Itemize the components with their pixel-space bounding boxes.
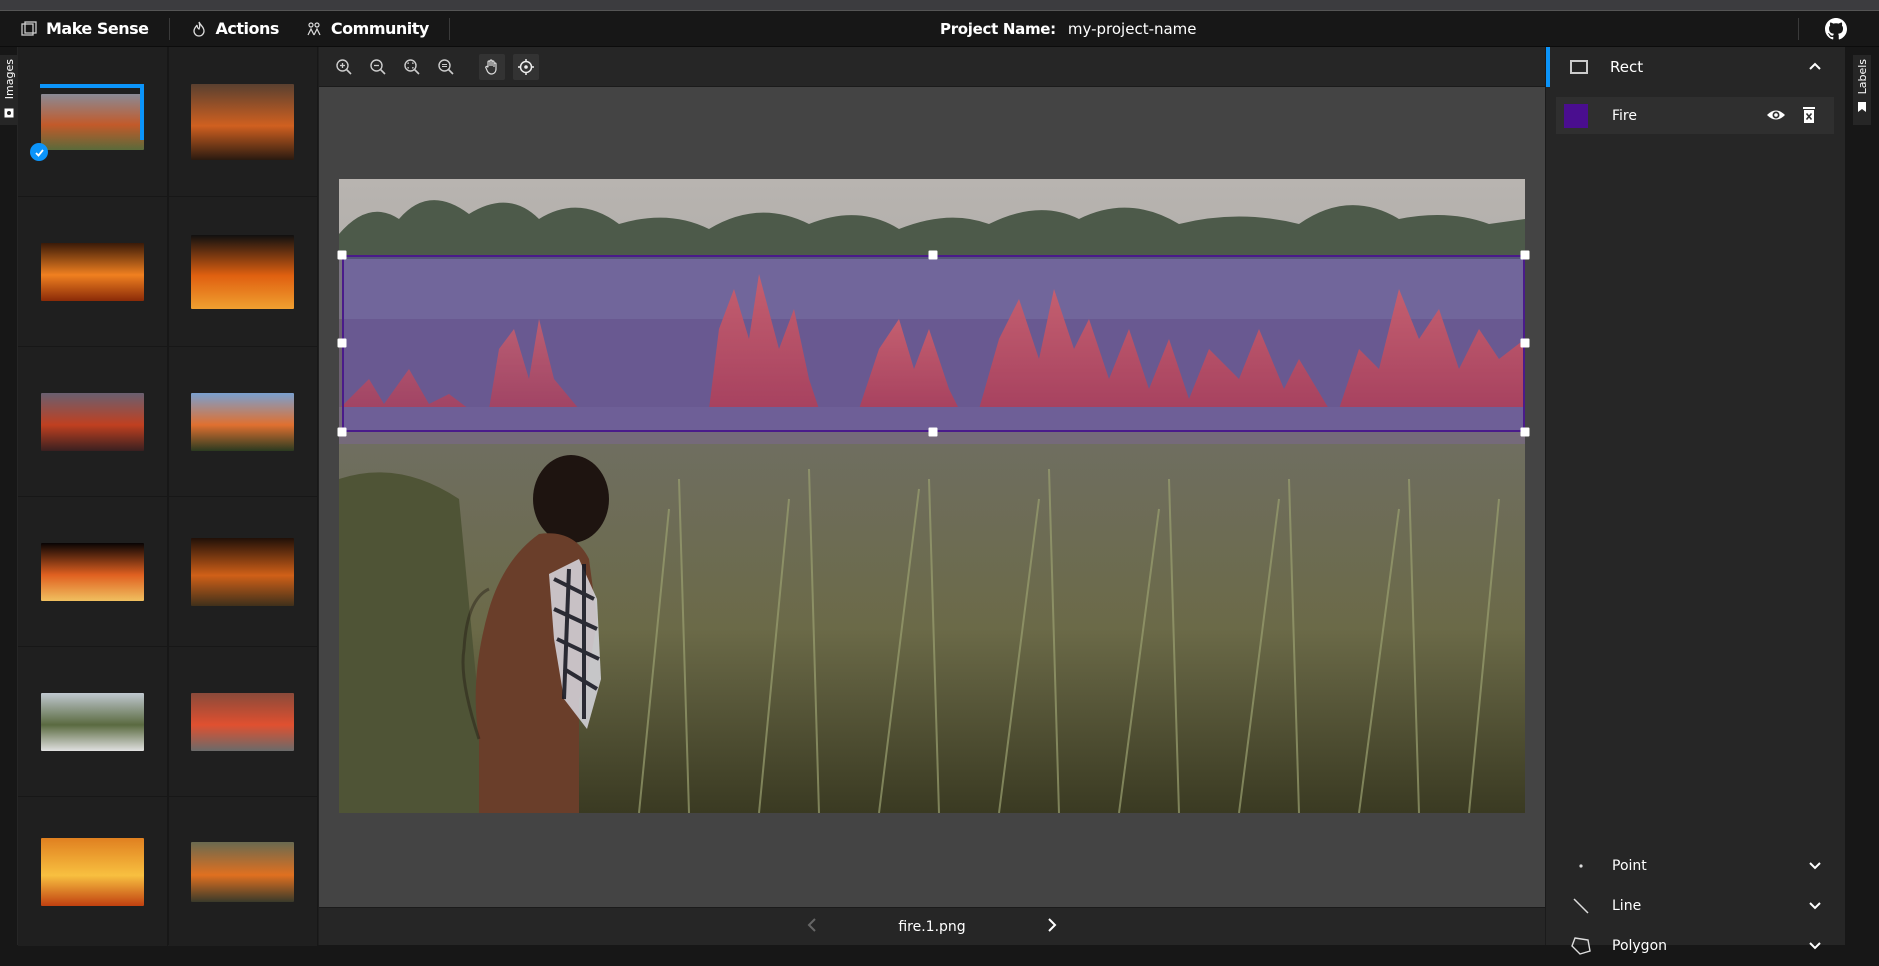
hand-pan-icon[interactable] [479,53,505,80]
image-thumbnail-cell[interactable] [168,197,318,347]
bounding-box-fire[interactable] [342,255,1525,432]
labels-tab[interactable]: Labels [1853,55,1871,125]
image-thumbnail-cell[interactable] [18,797,168,947]
rectangle-icon [1570,60,1588,74]
bbox-handle-middle-left[interactable] [337,338,347,348]
image-thumbnail[interactable] [41,242,144,301]
community-icon [305,20,323,38]
label-color-swatch[interactable] [1564,103,1588,128]
image-navigation-bar: fire.1.png [319,907,1545,945]
editor-toolbar [319,47,1545,87]
label-tag-icon [1857,98,1867,117]
image-thumbnail-cell[interactable] [168,347,318,497]
point-tool-label: Point [1612,858,1647,874]
bbox-handle-top-right[interactable] [1520,250,1530,260]
line-tool-label: Line [1612,898,1642,914]
bbox-handle-bottom-right[interactable] [1520,427,1530,437]
project-name-input[interactable]: my-project-name [1068,20,1197,38]
image-thumbnail[interactable] [41,837,144,906]
left-side-strip: Images [0,47,18,945]
image-thumbnail-cell[interactable] [168,47,318,197]
selected-frame [40,84,144,140]
image-thumbnail[interactable] [41,542,144,601]
crosshair-icon[interactable] [513,53,539,80]
image-thumbnail-cell[interactable] [168,497,318,647]
line-tool-row[interactable]: Line [1546,886,1846,926]
project-name-label: Project Name: [940,20,1056,38]
image-thumbnail-cell[interactable] [168,647,318,797]
zoom-max-icon[interactable] [433,54,459,80]
current-image-name: fire.1.png [898,918,966,935]
github-icon[interactable] [1825,18,1847,40]
community-menu[interactable]: Community [299,11,449,47]
checkmark-icon [30,143,48,161]
brand-label: Make Sense [46,19,149,38]
trash-icon[interactable] [1802,106,1816,128]
image-thumbnail[interactable] [191,392,294,451]
point-tool-row[interactable]: Point [1546,846,1846,886]
images-tab-label: Images [2,59,16,100]
point-icon [1570,863,1592,869]
image-thumbnail[interactable] [191,537,294,606]
image-thumbnail-cell[interactable] [18,47,168,197]
polygon-tool-row[interactable]: Polygon [1546,926,1846,966]
label-name: Fire [1612,107,1637,124]
image-thumbnail[interactable] [191,841,294,902]
chevron-down-icon[interactable] [1808,899,1822,917]
polygon-icon [1570,936,1592,956]
image-list [18,47,319,947]
image-thumbnail[interactable] [41,392,144,451]
rect-tool-header[interactable]: Rect [1546,47,1846,87]
actions-menu[interactable]: Actions [170,11,299,47]
image-thumbnail[interactable] [191,692,294,751]
thumbnail-grid-divider [168,47,169,945]
right-side-strip: Labels [1845,47,1879,945]
image-thumbnail-cell[interactable] [18,197,168,347]
images-tab[interactable]: Images [0,55,18,125]
image-icon [4,103,14,122]
next-image-icon[interactable] [1046,917,1058,937]
zoom-fit-icon[interactable] [399,54,425,80]
bbox-handle-top-center[interactable] [928,250,938,260]
rect-tool-label: Rect [1610,58,1644,76]
bbox-handle-bottom-left[interactable] [337,427,347,437]
zoom-out-icon[interactable] [365,54,391,80]
nav-divider [448,17,450,40]
polygon-tool-label: Polygon [1612,938,1668,954]
eye-icon[interactable] [1766,106,1786,128]
chevron-down-icon[interactable] [1808,939,1822,957]
make-sense-logo-icon [20,20,38,38]
chevron-up-icon[interactable] [1808,59,1822,77]
project-name-group: Project Name: my-project-name [940,11,1197,47]
top-navigation-bar: Make Sense Actions Community Project Nam… [0,11,1879,47]
image-thumbnail[interactable] [191,234,294,309]
fire-icon [190,20,208,38]
labels-tab-label: Labels [1855,59,1869,95]
bbox-handle-bottom-center[interactable] [928,427,938,437]
image-thumbnail[interactable] [41,692,144,751]
zoom-in-icon[interactable] [331,54,357,80]
labels-panel: Rect Fire Point Line Polygon [1545,47,1846,955]
actions-label: Actions [215,19,280,38]
image-thumbnail-cell[interactable] [18,647,168,797]
brand[interactable]: Make Sense [0,11,169,47]
image-thumbnail[interactable] [191,83,294,160]
label-item-fire[interactable]: Fire [1556,97,1834,134]
editor-canvas[interactable] [319,87,1545,907]
nav-divider [1798,18,1799,40]
chevron-down-icon[interactable] [1808,859,1822,877]
community-label: Community [330,19,429,38]
image-thumbnail-cell[interactable] [18,347,168,497]
window-top-edge [0,0,1879,11]
previous-image-icon[interactable] [806,917,818,937]
image-thumbnail-cell[interactable] [18,497,168,647]
image-thumbnail-cell[interactable] [168,797,318,947]
line-icon [1570,897,1592,915]
bbox-handle-top-left[interactable] [337,250,347,260]
bbox-handle-middle-right[interactable] [1520,338,1530,348]
